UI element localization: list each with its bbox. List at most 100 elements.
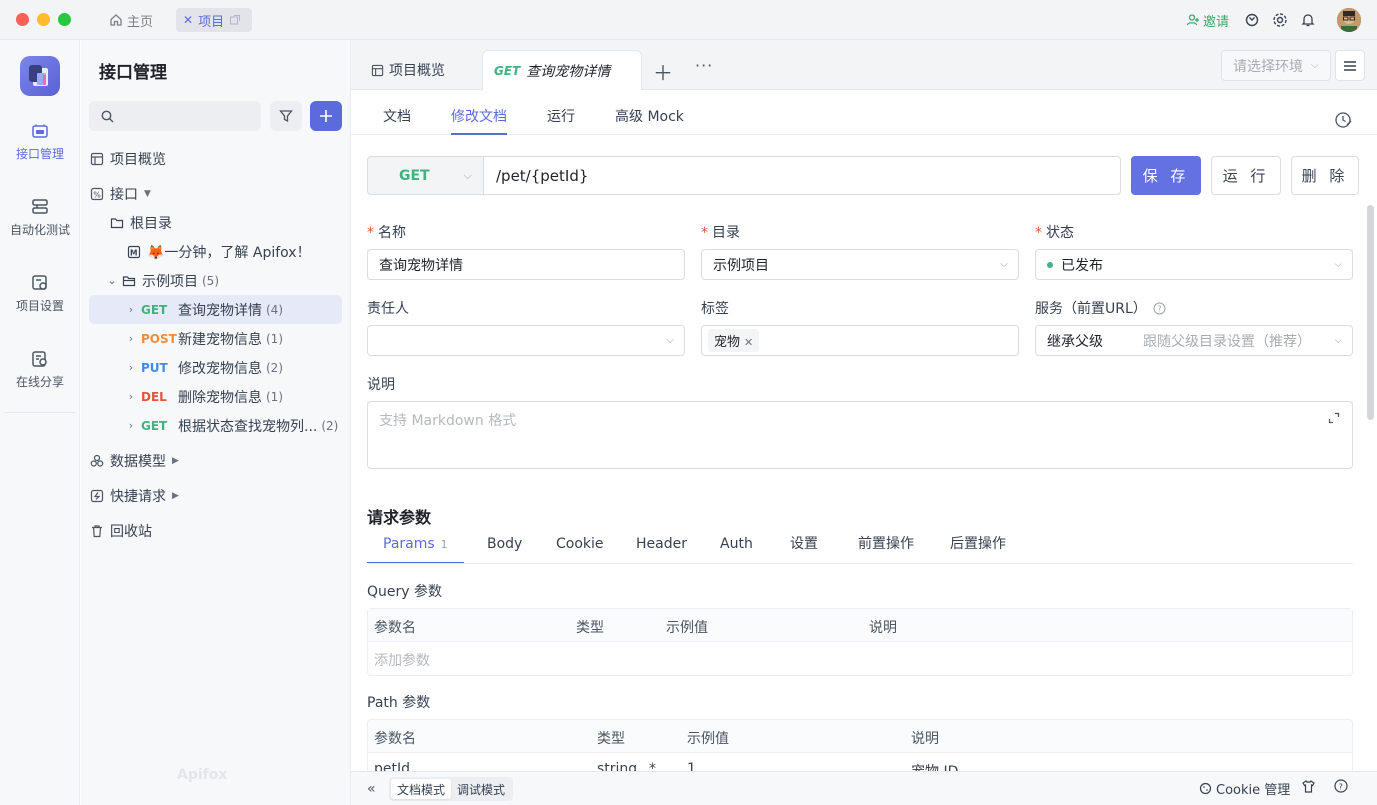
owner-select[interactable]: ⌵: [367, 325, 685, 356]
sync-icon[interactable]: [1244, 8, 1260, 32]
history-edit-icon[interactable]: [1334, 110, 1354, 134]
chevron-right-icon[interactable]: ›: [121, 303, 141, 316]
caret-right-icon[interactable]: ▶: [172, 491, 179, 501]
directory-select[interactable]: 示例项目 ⌵: [701, 249, 1019, 280]
directory-label-text: 目录: [712, 225, 740, 241]
table-header: 参数名 类型 示例值 说明: [368, 720, 1352, 753]
sidebar-item-label: 数据模型: [110, 453, 166, 470]
settings-gear-icon[interactable]: [1272, 8, 1288, 32]
help-icon[interactable]: ?: [1153, 302, 1166, 315]
add-button[interactable]: [310, 101, 342, 131]
sidebar-endpoint-item[interactable]: › DEL 删除宠物信息 (1): [89, 382, 342, 411]
debug-mode-button[interactable]: 调试模式: [451, 779, 511, 799]
column-header: 示例值: [687, 731, 729, 747]
main-scrollbar[interactable]: [1367, 205, 1374, 420]
notification-bell-icon[interactable]: [1300, 8, 1316, 32]
tab-cookie[interactable]: Cookie: [556, 528, 604, 564]
save-button[interactable]: 保 存: [1131, 156, 1201, 195]
rail-item-project-settings[interactable]: 项目设置: [0, 274, 80, 314]
chevron-right-icon[interactable]: ›: [121, 419, 141, 432]
tab-post-operations[interactable]: 后置操作: [950, 528, 1006, 564]
sidebar-item-overview[interactable]: 项目概览: [89, 144, 342, 173]
minimize-window-button[interactable]: [37, 13, 50, 26]
remove-tag-icon[interactable]: ✕: [744, 336, 753, 349]
delete-button[interactable]: 删 除: [1291, 156, 1359, 195]
home-tab[interactable]: 主页: [102, 8, 160, 32]
param-tabs: Params 1 Body Cookie Header Auth 设置 前置操作 …: [367, 528, 1353, 564]
sidebar-item-recycle-bin[interactable]: 回收站: [89, 516, 342, 545]
tab-run[interactable]: 运行: [547, 90, 575, 135]
column-header: 参数名: [374, 731, 416, 747]
tab-params[interactable]: Params 1: [367, 528, 464, 564]
plus-icon: [320, 110, 332, 122]
sidebar-item-quick-request[interactable]: 快捷请求 ▶: [89, 481, 342, 510]
name-field[interactable]: 查询宠物详情: [367, 249, 685, 280]
tab-endpoint-detail[interactable]: GET 查询宠物详情: [482, 50, 642, 90]
tab-auth[interactable]: Auth: [720, 528, 753, 564]
description-textarea[interactable]: 支持 Markdown 格式: [367, 401, 1353, 469]
doc-mode-button[interactable]: 文档模式: [391, 779, 452, 799]
chevron-right-icon[interactable]: ›: [121, 361, 141, 374]
chevron-right-icon[interactable]: ›: [121, 390, 141, 403]
endpoint-count: (2): [321, 418, 339, 433]
tab-header[interactable]: Header: [636, 528, 687, 564]
sidebar-item-api-root[interactable]: % 接口 ▼: [89, 179, 342, 208]
rail-item-label: 在线分享: [15, 375, 64, 389]
new-tab-plus-icon[interactable]: ＋: [653, 57, 673, 86]
rail-item-api-management[interactable]: 接口管理: [0, 122, 80, 162]
expand-icon[interactable]: [1328, 412, 1340, 424]
overview-icon: [89, 151, 105, 167]
method-select[interactable]: GET ⌵: [367, 156, 484, 195]
close-window-button[interactable]: [16, 13, 29, 26]
filter-button[interactable]: [270, 101, 302, 131]
cookie-management-button[interactable]: Cookie 管理: [1199, 779, 1290, 798]
menu-button[interactable]: [1335, 50, 1365, 81]
service-select[interactable]: 继承父级 跟随父级目录设置（推荐） ⌵: [1035, 325, 1353, 356]
add-param-row[interactable]: 添加参数: [368, 642, 1352, 675]
folder-icon: [109, 215, 125, 231]
maximize-window-button[interactable]: [58, 13, 71, 26]
sidebar-endpoint-item[interactable]: › POST 新建宠物信息 (1): [89, 324, 342, 353]
description-label: 说明: [367, 377, 395, 393]
open-external-icon[interactable]: [229, 14, 241, 26]
collapse-sidebar-icon[interactable]: «: [367, 781, 376, 797]
run-button[interactable]: 运 行: [1211, 156, 1281, 195]
sidebar-search-input[interactable]: [89, 101, 261, 131]
tab-settings[interactable]: 设置: [790, 528, 818, 564]
sidebar-endpoint-item[interactable]: › PUT 修改宠物信息 (2): [89, 353, 342, 382]
invite-button[interactable]: 邀请: [1186, 8, 1229, 32]
project-logo[interactable]: [20, 56, 60, 96]
sidebar-item-root-dir[interactable]: 根目录: [89, 208, 342, 237]
tab-body[interactable]: Body: [487, 528, 522, 564]
sidebar-endpoint-item[interactable]: › GET 根据状态查找宠物列... (2): [89, 411, 342, 440]
close-tab-icon[interactable]: ✕: [183, 13, 193, 27]
tab-advanced-mock[interactable]: 高级 Mock: [615, 90, 684, 135]
service-label-text: 服务（前置URL）: [1035, 301, 1147, 317]
rail-item-automation[interactable]: 自动化测试: [0, 198, 80, 238]
status-select[interactable]: 已发布 ⌵: [1035, 249, 1353, 280]
chevron-down-icon[interactable]: ⌄: [103, 274, 121, 287]
more-tabs-icon[interactable]: ···: [695, 56, 713, 75]
user-avatar[interactable]: [1337, 8, 1361, 32]
sidebar-item-data-model[interactable]: 数据模型 ▶: [89, 446, 342, 475]
tab-edit-doc[interactable]: 修改文档: [451, 90, 507, 135]
project-logo-icon: [29, 65, 48, 86]
tab-project-overview[interactable]: 项目概览: [371, 50, 445, 90]
sidebar-endpoint-item[interactable]: › GET 查询宠物详情 (4): [89, 295, 342, 324]
sidebar-item-example-folder[interactable]: ⌄ 示例项目 (5): [89, 266, 342, 295]
sidebar-item-intro-doc[interactable]: M 🦊一分钟，了解 Apifox！: [89, 237, 342, 266]
rail-item-share[interactable]: 在线分享: [0, 350, 80, 390]
column-header: 示例值: [666, 620, 708, 636]
project-tab[interactable]: ✕ 项目: [176, 8, 253, 32]
tab-pre-operations[interactable]: 前置操作: [858, 528, 914, 564]
help-circle-icon[interactable]: ?: [1334, 779, 1348, 793]
sidebar-item-label: 接口: [110, 186, 138, 203]
shirt-theme-icon[interactable]: [1301, 779, 1316, 794]
environment-select[interactable]: 请选择环境 ⌵: [1221, 50, 1331, 81]
chevron-right-icon[interactable]: ›: [121, 332, 141, 345]
caret-down-icon[interactable]: ▼: [144, 189, 151, 199]
path-input[interactable]: /pet/{petId}: [483, 156, 1121, 195]
tab-doc[interactable]: 文档: [383, 90, 411, 135]
caret-right-icon[interactable]: ▶: [172, 456, 179, 466]
tags-select[interactable]: 宠物 ✕: [701, 325, 1019, 356]
